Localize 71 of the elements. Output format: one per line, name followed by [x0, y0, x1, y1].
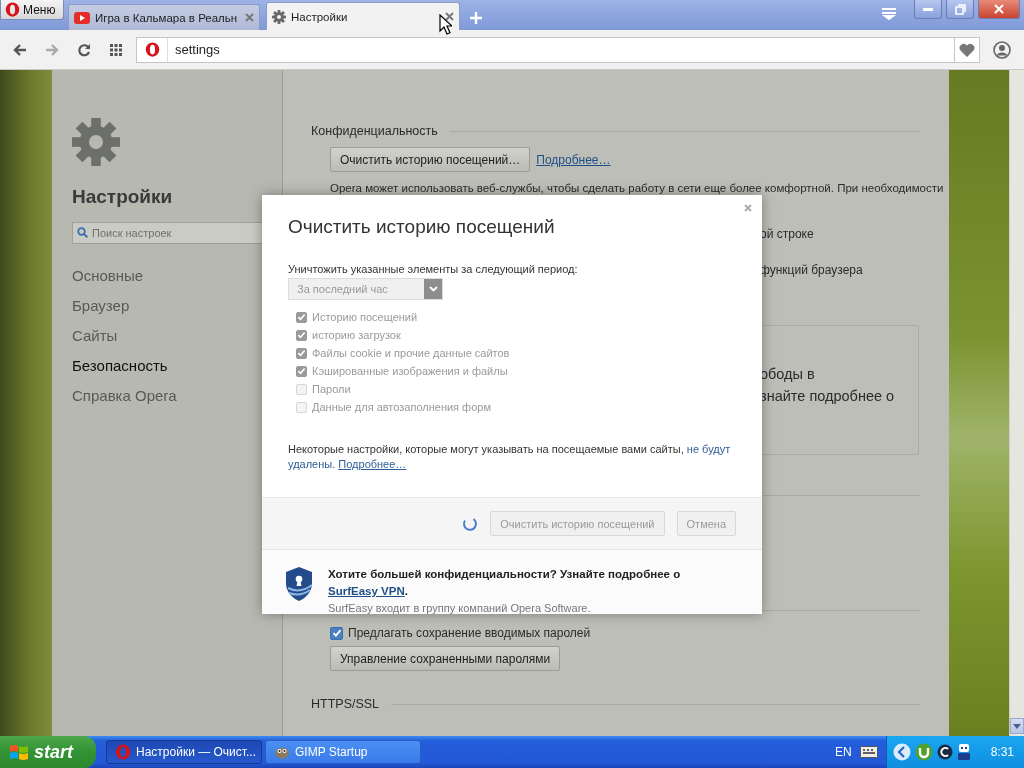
setting-text: функций браузера	[760, 263, 863, 277]
user-icon[interactable]	[993, 40, 1011, 59]
reload-icon[interactable]	[77, 42, 91, 57]
vpn-link[interactable]: SurfEasy VPN	[328, 585, 405, 597]
checkbox-label: историю загрузок	[312, 329, 401, 341]
search-icon	[77, 227, 88, 238]
close-icon[interactable]	[445, 12, 454, 21]
taskbar-button[interactable]: GIMP Startup	[265, 740, 421, 764]
maximize-button[interactable]	[946, 0, 974, 19]
promo-text: ободы в	[760, 365, 815, 384]
windows-logo-icon	[9, 743, 29, 761]
cursor-icon	[439, 14, 452, 35]
promo-text: знайте подробнее о	[760, 387, 895, 406]
start-button[interactable]: start	[0, 736, 96, 768]
promo-title: Хотите большей конфиденциальности? Узнайте подробнее о SurfEasy VPN.	[328, 568, 681, 597]
close-icon	[994, 4, 1004, 14]
checkbox[interactable]	[330, 626, 343, 640]
manage-passwords-button[interactable]: Управление сохраненными паролями	[330, 646, 561, 671]
sidebar-title: Настройки	[72, 186, 174, 208]
browser-tab[interactable]: Настройки	[266, 2, 460, 30]
menu-button[interactable]: Меню	[0, 0, 64, 20]
chevron-left-icon[interactable]	[892, 743, 911, 761]
clear-history-button[interactable]: Очистить историю посещений…	[330, 147, 531, 172]
opera-logo-icon	[115, 744, 131, 760]
dialog-title: Очистить историю посещений	[288, 216, 556, 238]
chevron-down-icon	[428, 286, 438, 292]
checkbox-label: Предлагать сохранение вводимых паролей	[348, 626, 591, 640]
close-window-button[interactable]	[978, 0, 1020, 19]
checkbox-label: Кэшированные изображения и файлы	[312, 365, 508, 377]
checkbox-label: Файлы cookie и прочие данные сайтов	[312, 347, 510, 359]
note-text: Некоторые настройки, которые могут указывать на посещаемые вами сайты, не будут удалены. Подробнее…	[288, 442, 732, 472]
sidebar-item[interactable]: Безопасность	[72, 351, 168, 381]
shield-icon	[284, 566, 314, 602]
down-arrow-icon[interactable]	[1013, 723, 1021, 729]
minimize-button[interactable]	[914, 0, 942, 19]
section-title: HTTPS/SSL	[311, 697, 380, 711]
promo-text: SurfEasy входит в группу компаний Opera Software.	[328, 602, 592, 614]
clock: 8:31	[990, 745, 1014, 759]
gear-icon	[272, 9, 286, 24]
section-title: Конфиденциальность	[311, 124, 438, 138]
stash-icon[interactable]	[882, 8, 896, 20]
setting-text: Opera может использовать веб-службы, чтобы сделать работу в сети еще более комфортной. При необходимости	[330, 182, 945, 194]
new-tab-icon[interactable]	[470, 12, 482, 24]
opera-logo-icon	[5, 2, 20, 17]
sidebar-item[interactable]: Основные	[72, 261, 144, 291]
more-link[interactable]: Подробнее…	[536, 152, 611, 167]
sidebar-item[interactable]: Справка Opera	[72, 381, 177, 411]
heart-icon[interactable]	[959, 42, 975, 57]
video-icon	[74, 11, 90, 24]
sidebar-item[interactable]: Сайты	[72, 321, 118, 351]
keyboard-icon[interactable]	[859, 746, 878, 758]
checkbox-label: Историю посещений	[312, 311, 418, 323]
settings-gear-icon	[72, 118, 120, 166]
address-field[interactable]: settings	[136, 36, 955, 63]
maximize-icon	[954, 3, 966, 15]
period-label: Уничтожить указанные элементы за следующий период:	[288, 263, 579, 275]
minimize-icon	[923, 7, 933, 11]
sidebar-item[interactable]: Браузер	[72, 291, 130, 321]
forward-icon[interactable]	[45, 43, 59, 56]
taskbar-button[interactable]: Настройки — Очист...	[106, 740, 262, 764]
more-link[interactable]: Подробнее…	[338, 458, 407, 470]
back-icon[interactable]	[13, 43, 27, 56]
scrollbar[interactable]	[1009, 70, 1024, 736]
speed-dial-icon[interactable]	[110, 43, 122, 56]
robot-icon[interactable]	[956, 743, 971, 761]
c-icon[interactable]	[936, 744, 953, 760]
browser-tab[interactable]: Игра в Кальмара в Реальн	[68, 4, 260, 30]
gimp-icon	[274, 745, 290, 759]
language-indicator[interactable]: EN	[834, 745, 852, 759]
checkbox-label: Пароли	[312, 383, 351, 395]
checkbox-label: Данные для автозаполнения форм	[312, 401, 491, 413]
